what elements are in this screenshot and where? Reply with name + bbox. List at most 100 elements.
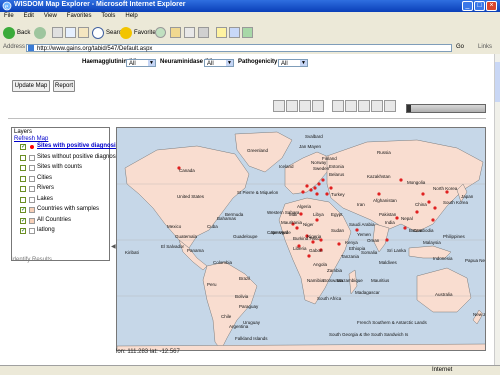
layer-checkbox[interactable] [20,206,26,213]
map-label: Greenland [247,148,269,153]
site-marker[interactable] [315,218,319,222]
next-extent-icon[interactable] [358,100,370,112]
update-map-button[interactable]: Update Map [12,80,50,92]
map-label: Tanzania [341,254,360,259]
map-label: Western Sahara [267,210,300,215]
zoom-in-icon[interactable] [273,100,285,112]
vertical-scrollbar[interactable] [494,54,500,365]
map-label: Iran [357,202,365,207]
map-label: Mauritania [281,220,303,225]
menu-file[interactable]: File [0,12,18,19]
pathogenicity-select[interactable]: All ▼ [278,59,308,67]
menu-favorites[interactable]: Favorites [63,12,96,19]
stop-icon[interactable] [52,27,63,38]
layer-checkbox[interactable] [20,143,26,150]
site-marker[interactable] [329,186,333,190]
go-button[interactable]: Go [456,44,464,50]
full-extent-icon[interactable] [332,100,344,112]
previous-extent-icon[interactable] [345,100,357,112]
site-marker[interactable] [317,182,321,186]
scrollbar-thumb[interactable] [495,62,500,102]
report-button[interactable]: Report [53,80,75,92]
refresh-icon[interactable] [65,27,76,38]
site-marker[interactable] [315,192,319,196]
neuraminidase-select[interactable]: All ▼ [204,59,234,67]
map-label: Colombia [213,260,233,265]
map-label: South Korea [443,200,469,205]
layer-swatch-icon [29,217,35,224]
measure-icon[interactable] [371,100,383,112]
edit-icon[interactable] [198,27,209,38]
mail-icon[interactable] [170,27,181,38]
site-marker[interactable] [305,184,309,188]
messenger-icon[interactable] [229,27,240,38]
refresh-map-link[interactable]: Refresh Map [14,136,48,142]
map-label: Algeria [297,204,312,209]
zoom-slider-handle[interactable] [407,105,411,112]
layer-checkbox[interactable] [20,217,26,224]
layer-label: Rivers [37,185,55,191]
map-label: Libya [313,212,324,217]
site-marker[interactable] [295,226,299,230]
layer-swatch-icon [29,186,35,192]
site-marker[interactable] [433,206,437,210]
back-button[interactable]: Back [3,26,30,40]
zoom-out-icon[interactable] [286,100,298,112]
map-label: Mongolia [407,180,426,185]
address-input[interactable]: http://www.gains.org/tabid/547/Default.a… [26,44,452,52]
map-label: Zambia [327,268,343,273]
site-marker[interactable] [325,192,329,196]
map-label: Finland [322,156,337,161]
research-icon[interactable] [242,27,253,38]
site-marker[interactable] [307,254,311,258]
layer-checkbox[interactable] [20,175,26,182]
map-label: Svalbard [305,134,323,139]
site-marker[interactable] [403,226,407,230]
identify-icon[interactable] [312,100,324,112]
close-button[interactable]: × [486,1,497,11]
print-icon[interactable] [184,27,195,38]
history-icon[interactable] [155,27,166,38]
zoom-slider[interactable] [406,104,486,113]
identify-results-label: Identify Results [11,257,53,263]
site-marker[interactable] [427,200,431,204]
svg-text:e: e [5,3,8,11]
site-marker[interactable] [431,218,435,222]
layer-checkbox[interactable] [20,196,26,203]
site-marker[interactable] [321,178,325,182]
menu-tools[interactable]: Tools [97,12,119,19]
notes-icon[interactable] [216,27,227,38]
site-marker[interactable] [301,190,305,194]
site-marker[interactable] [421,192,425,196]
site-marker[interactable] [299,212,303,216]
site-marker[interactable] [313,186,317,190]
layer-checkbox[interactable] [20,186,26,192]
menu-view[interactable]: View [40,12,61,19]
home-icon[interactable] [78,27,89,38]
site-marker[interactable] [385,238,389,242]
menu-help[interactable]: Help [121,12,141,19]
maximize-button[interactable]: □ [474,1,485,11]
world-map[interactable]: Greenland Svalbard Jan Mayen Iceland Norway R… [116,127,486,351]
layer-checkbox[interactable] [20,227,26,234]
map-label: Maldives [379,260,397,265]
menu-edit[interactable]: Edit [20,12,38,19]
map-label: Sri Lanka [387,248,407,253]
pan-icon[interactable] [299,100,311,112]
site-marker[interactable] [377,192,381,196]
forward-button[interactable] [34,26,46,40]
layer-checkbox[interactable] [20,154,26,161]
favorites-button[interactable]: Favorites [120,26,159,40]
minimize-button[interactable]: _ [462,1,473,11]
site-marker[interactable] [309,188,313,192]
layer-checkbox[interactable] [20,165,26,171]
hemagglutinin-select[interactable]: All ▼ [126,59,156,67]
collapse-panel-icon[interactable]: ◀ [111,243,116,250]
map-label: El Salvador [161,244,185,249]
select-icon[interactable] [384,100,396,112]
site-marker[interactable] [337,242,341,246]
links-button[interactable]: Links [478,44,492,50]
site-marker[interactable] [415,210,419,214]
window-title: WISDOM Map Explorer - Microsoft Internet… [14,1,186,8]
site-marker[interactable] [399,178,403,182]
